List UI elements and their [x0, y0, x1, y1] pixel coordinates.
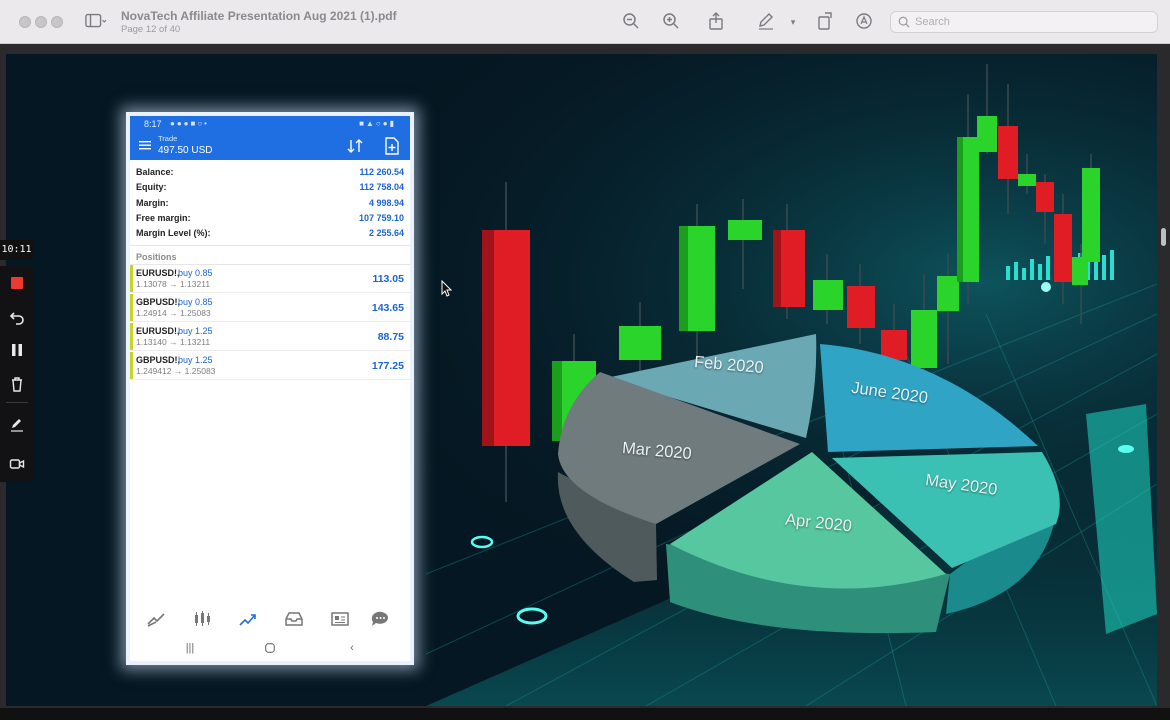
notification-icons: ●●●■○•: [170, 119, 209, 128]
position-indicator: [130, 294, 133, 321]
pause-icon: [12, 344, 22, 356]
app-bar-title: 497.50 USD: [158, 145, 213, 156]
account-label: Margin Level (%):: [136, 228, 211, 238]
position-profit: 88.75: [377, 331, 404, 343]
camera-button[interactable]: [5, 452, 29, 476]
position-profit: 143.65: [371, 302, 404, 314]
position-symbol: EURUSD!,: [136, 268, 180, 278]
home-icon[interactable]: [262, 642, 278, 656]
undo-icon: [9, 312, 24, 325]
messages-icon[interactable]: [370, 610, 390, 628]
account-value: 107 759.10: [358, 213, 404, 223]
sidebar-toggle-icon[interactable]: [82, 12, 110, 32]
account-row-equity: Equity: 112 758.04: [136, 180, 404, 195]
system-status-icons: ■▲○●▮: [359, 119, 396, 128]
new-order-icon[interactable]: [384, 137, 400, 155]
position-profit: 113.05: [372, 273, 404, 285]
positions-header: Positions: [136, 252, 177, 262]
divider: [130, 245, 410, 246]
android-nav-bar: ||| ‹: [130, 638, 410, 661]
position-prices: 1.249412 → 1.25083: [136, 366, 216, 376]
back-icon[interactable]: ‹: [344, 642, 360, 656]
position-row[interactable]: EURUSD!, buy 1.25 1.13140 → 1.13211 88.7…: [130, 323, 410, 351]
position-direction: buy 0.85: [178, 268, 213, 278]
position-row[interactable]: GBPUSD!, buy 1.25 1.249412 → 1.25083 177…: [130, 352, 410, 380]
account-row-free-margin: Free margin: 107 759.10: [136, 211, 404, 226]
position-prices: 1.13078 → 1.13211: [136, 279, 211, 289]
vertical-scrollbar[interactable]: [1161, 228, 1166, 246]
trade-app-bar: Trade 497.50 USD: [130, 132, 410, 160]
position-symbol: GBPUSD!,: [136, 297, 181, 307]
rotate-page-icon[interactable]: [815, 12, 835, 32]
account-row-margin: Margin: 4 998.94: [136, 196, 404, 211]
account-label: Equity:: [136, 182, 167, 192]
document-title: NovaTech Affiliate Presentation Aug 2021…: [121, 9, 397, 23]
app-bottom-nav: [130, 606, 410, 632]
sort-icon[interactable]: [346, 138, 364, 154]
share-icon[interactable]: [706, 12, 726, 32]
recorder-controls: [0, 266, 34, 482]
account-label: Free margin:: [136, 213, 191, 223]
search-placeholder: Search: [915, 16, 950, 28]
stop-recording-button[interactable]: [5, 271, 29, 295]
minimize-window-button[interactable]: [35, 16, 47, 28]
app-bar-subtitle: Trade: [158, 134, 178, 143]
news-icon[interactable]: [330, 610, 350, 628]
position-symbol: EURUSD!,: [136, 326, 180, 336]
close-window-button[interactable]: [19, 16, 31, 28]
account-row-balance: Balance: 112 260.54: [136, 165, 404, 180]
account-value: 4 998.94: [368, 198, 404, 208]
draw-button[interactable]: [5, 412, 29, 436]
position-direction: buy 1.25: [178, 355, 213, 365]
menu-icon[interactable]: [138, 138, 152, 152]
mobile-trading-screenshot: 8:17 ●●●■○• ■▲○●▮ Trade 497.50 USD Balan…: [126, 112, 414, 665]
position-indicator: [130, 265, 133, 292]
account-label: Margin:: [136, 198, 169, 208]
position-profit: 177.25: [371, 360, 404, 372]
pause-recording-button[interactable]: [5, 338, 29, 362]
annotate-circle-icon[interactable]: [854, 12, 874, 32]
chart-candles-icon[interactable]: [192, 610, 212, 628]
position-prices: 1.24914 → 1.25083: [136, 308, 211, 318]
search-field[interactable]: Search: [890, 11, 1158, 33]
stop-icon: [11, 277, 23, 289]
page-indicator: Page 12 of 40: [121, 24, 181, 35]
position-prices: 1.13140 → 1.13211: [136, 337, 211, 347]
account-value: 2 255.64: [368, 228, 404, 238]
account-value: 112 758.04: [359, 182, 404, 192]
markup-dropdown-chevron-icon[interactable]: ▾: [786, 12, 800, 32]
position-symbol: GBPUSD!,: [136, 355, 181, 365]
position-direction: buy 1.25: [178, 326, 213, 336]
phone-status-bar: 8:17 ●●●■○• ■▲○●▮: [130, 116, 410, 132]
search-icon: [898, 16, 910, 28]
position-row[interactable]: EURUSD!, buy 0.85 1.13078 → 1.13211 113.…: [130, 265, 410, 293]
account-label: Balance:: [136, 167, 174, 177]
trash-icon: [12, 377, 22, 392]
history-inbox-icon[interactable]: [284, 610, 304, 628]
video-camera-icon: [9, 459, 25, 469]
trade-icon[interactable]: [238, 610, 258, 628]
undo-recording-button[interactable]: [5, 305, 29, 329]
position-direction: buy 0.85: [178, 297, 213, 307]
zoom-in-icon[interactable]: [661, 12, 681, 32]
position-row[interactable]: GBPUSD!, buy 0.85 1.24914 → 1.25083 143.…: [130, 294, 410, 322]
zoom-window-button[interactable]: [51, 16, 63, 28]
recorder-divider: [6, 402, 28, 403]
phone-status-time: 8:17: [144, 119, 162, 129]
account-value: 112 260.54: [359, 167, 404, 177]
account-row-margin-level: Margin Level (%): 2 255.64: [136, 226, 404, 241]
pen-icon: [11, 419, 23, 432]
recent-apps-icon[interactable]: |||: [182, 642, 198, 656]
mouse-pointer-icon: [441, 280, 453, 297]
recording-timer: 10:11: [0, 240, 33, 260]
pdf-viewer-window: NovaTech Affiliate Presentation Aug 2021…: [0, 0, 1170, 720]
markup-pen-icon[interactable]: [756, 12, 776, 32]
zoom-out-icon[interactable]: [621, 12, 641, 32]
viewer-toolbar: NovaTech Affiliate Presentation Aug 2021…: [0, 0, 1170, 44]
delete-recording-button[interactable]: [5, 372, 29, 396]
position-indicator: [130, 352, 133, 379]
window-bottom-edge: [0, 708, 1170, 720]
position-indicator: [130, 323, 133, 350]
quotes-icon[interactable]: [146, 610, 166, 628]
